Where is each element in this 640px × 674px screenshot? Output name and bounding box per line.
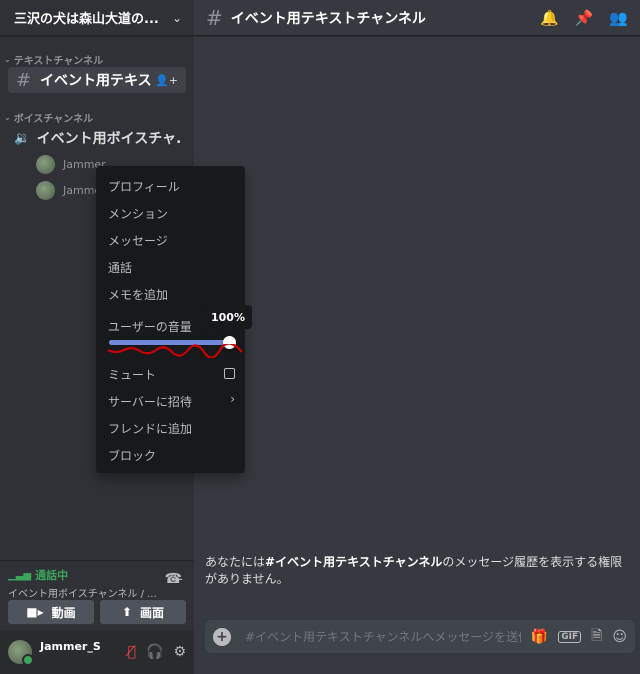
user-panel: Jammer_S 🎙̸ 🎧 ⚙ [0, 630, 194, 674]
gift-icon[interactable]: 🎁 [531, 629, 548, 645]
mic-muted-icon[interactable]: 🎙̸ [128, 644, 136, 660]
category-voice-channels[interactable]: ⌄ ボイスチャンネル [4, 110, 93, 125]
video-label: 動画 [51, 605, 76, 620]
chevron-right-icon: › [230, 392, 235, 406]
sidebar-item-voice-channel[interactable]: 🔉 イベント用ボイスチャ... [8, 126, 186, 150]
server-header[interactable]: 三沢の犬は森山大道の... ⌄ [0, 0, 194, 36]
add-user-icon[interactable]: 👤+ [155, 74, 178, 87]
menu-item-call[interactable]: 通話 [108, 259, 132, 276]
channel-name: イベント用テキスト... [40, 73, 155, 89]
menu-item-add-note[interactable]: メモを追加 [108, 286, 168, 303]
menu-item-profile[interactable]: プロフィール [108, 178, 180, 195]
message-prefix: あなたには [205, 555, 266, 569]
hash-icon: # [16, 69, 32, 91]
mute-checkbox[interactable] [224, 368, 235, 379]
volume-tooltip: 100% [204, 305, 252, 334]
signal-icon[interactable]: ▁▃▅ [8, 570, 31, 581]
pin-icon[interactable]: 📌 [575, 9, 594, 27]
gif-icon[interactable]: GIF [558, 630, 582, 643]
gear-icon[interactable]: ⚙ [173, 644, 186, 660]
menu-item-add-friend[interactable]: フレンドに追加 [108, 420, 192, 437]
hash-icon: # [206, 5, 223, 30]
members-icon[interactable]: 👥 [609, 9, 628, 27]
voice-status: 通話中 [35, 569, 69, 582]
username[interactable]: Jammer_S [40, 640, 128, 653]
sticker-icon[interactable]: 🗎 [591, 625, 602, 649]
sidebar-item-text-channel[interactable]: # イベント用テキスト... 👤+ [8, 67, 186, 93]
avatar [36, 180, 55, 200]
message-composer: + 🎁 GIF 🗎 ☺ [205, 620, 635, 653]
category-label: ボイスチャンネル [13, 114, 94, 125]
screen-share-button[interactable]: ⬆ 画面 [100, 600, 186, 624]
menu-item-mute[interactable]: ミュート [108, 366, 156, 383]
discord-app: 三沢の犬は森山大道の... ⌄ ⌄ テキストチャンネル # イベント用テキスト.… [0, 0, 640, 674]
screen-share-icon: ⬆ [121, 605, 133, 619]
voice-channel-path[interactable]: イベント用ボイスチャンネル / ... [8, 585, 158, 600]
avatar[interactable] [8, 640, 34, 666]
menu-item-invite[interactable]: サーバーに招待 [108, 393, 192, 410]
message-channel: #イベント用テキストチャンネル [265, 555, 443, 569]
category-arrow-icon: ⌄ [4, 55, 11, 64]
annotation-underline [107, 344, 243, 358]
category-arrow-icon: ⌄ [4, 113, 11, 122]
emoji-icon[interactable]: ☺ [612, 629, 627, 645]
message-input[interactable] [245, 629, 521, 644]
menu-item-user-volume: ユーザーの音量 [108, 320, 192, 334]
menu-item-mention[interactable]: メンション [108, 205, 168, 222]
avatar [36, 154, 55, 174]
channel-header: # イベント用テキストチャンネル 🔔 📌 👥 [194, 0, 640, 36]
disconnect-phone-icon[interactable]: ☎̶ [165, 571, 182, 587]
menu-item-message[interactable]: メッセージ [108, 232, 168, 249]
headphones-icon[interactable]: 🎧 [146, 644, 163, 660]
menu-item-block[interactable]: ブロック [108, 447, 156, 464]
category-text-channels[interactable]: ⌄ テキストチャンネル [4, 52, 103, 67]
video-button[interactable]: ■▸ 動画 [8, 600, 94, 624]
page-title: イベント用テキストチャンネル [230, 10, 426, 27]
chevron-down-icon: ⌄ [171, 10, 182, 25]
server-name: 三沢の犬は森山大道の... [14, 12, 159, 27]
no-permission-message: あなたには#イベント用テキストチャンネルのメッセージ履歴を表示する権限がありませ… [205, 554, 625, 588]
voice-channel-name: イベント用ボイスチャ... [36, 131, 180, 147]
screen-label: 画面 [140, 605, 165, 620]
plus-icon[interactable]: + [213, 627, 231, 646]
category-label: テキストチャンネル [13, 56, 104, 67]
voice-connection-panel: ▁▃▅ 通話中 イベント用ボイスチャンネル / ... ☎̶ [0, 560, 194, 600]
speaker-icon: 🔉 [14, 130, 31, 146]
camera-icon: ■▸ [26, 605, 44, 619]
bell-icon[interactable]: 🔔 [540, 9, 559, 27]
